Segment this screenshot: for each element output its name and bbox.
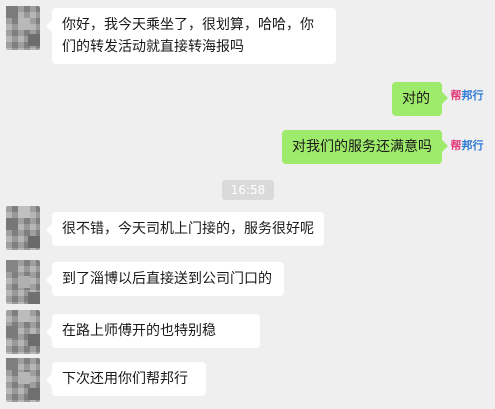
brand-name-part1: 帮 [450,139,462,152]
message-bubble-incoming[interactable]: 到了淄博以后直接送到公司门口的 [46,262,284,296]
brand-logo-avatar[interactable]: 帮邦行 [447,80,487,110]
timestamp-divider: 16:58 [222,180,274,200]
contact-avatar[interactable] [6,310,40,354]
brand-name-part1: 帮 [450,89,462,102]
message-bubble-incoming[interactable]: 在路上师傅开的也特别稳 [46,314,260,348]
message-bubble-outgoing[interactable]: 对我们的服务还满意吗 [282,130,448,164]
message-bubble-outgoing[interactable]: 对的 [392,82,448,116]
brand-logo-avatar[interactable]: 帮邦行 [447,130,487,160]
message-bubble-incoming[interactable]: 很不错，今天司机上门接的，服务很好呢 [46,212,324,246]
contact-avatar[interactable] [6,6,40,50]
brand-name-part2: 邦行 [461,139,484,152]
chat-window: 你好，我今天乘坐了，很划算，哈哈，你们的转发活动就直接转海报吗 对的 帮邦行 对… [0,0,495,409]
message-bubble-incoming[interactable]: 你好，我今天乘坐了，很划算，哈哈，你们的转发活动就直接转海报吗 [46,8,336,64]
contact-avatar[interactable] [6,260,40,304]
message-bubble-incoming[interactable]: 下次还用你们帮邦行 [46,362,206,396]
contact-avatar[interactable] [6,358,40,402]
contact-avatar[interactable] [6,206,40,250]
brand-name-part2: 邦行 [461,89,484,102]
